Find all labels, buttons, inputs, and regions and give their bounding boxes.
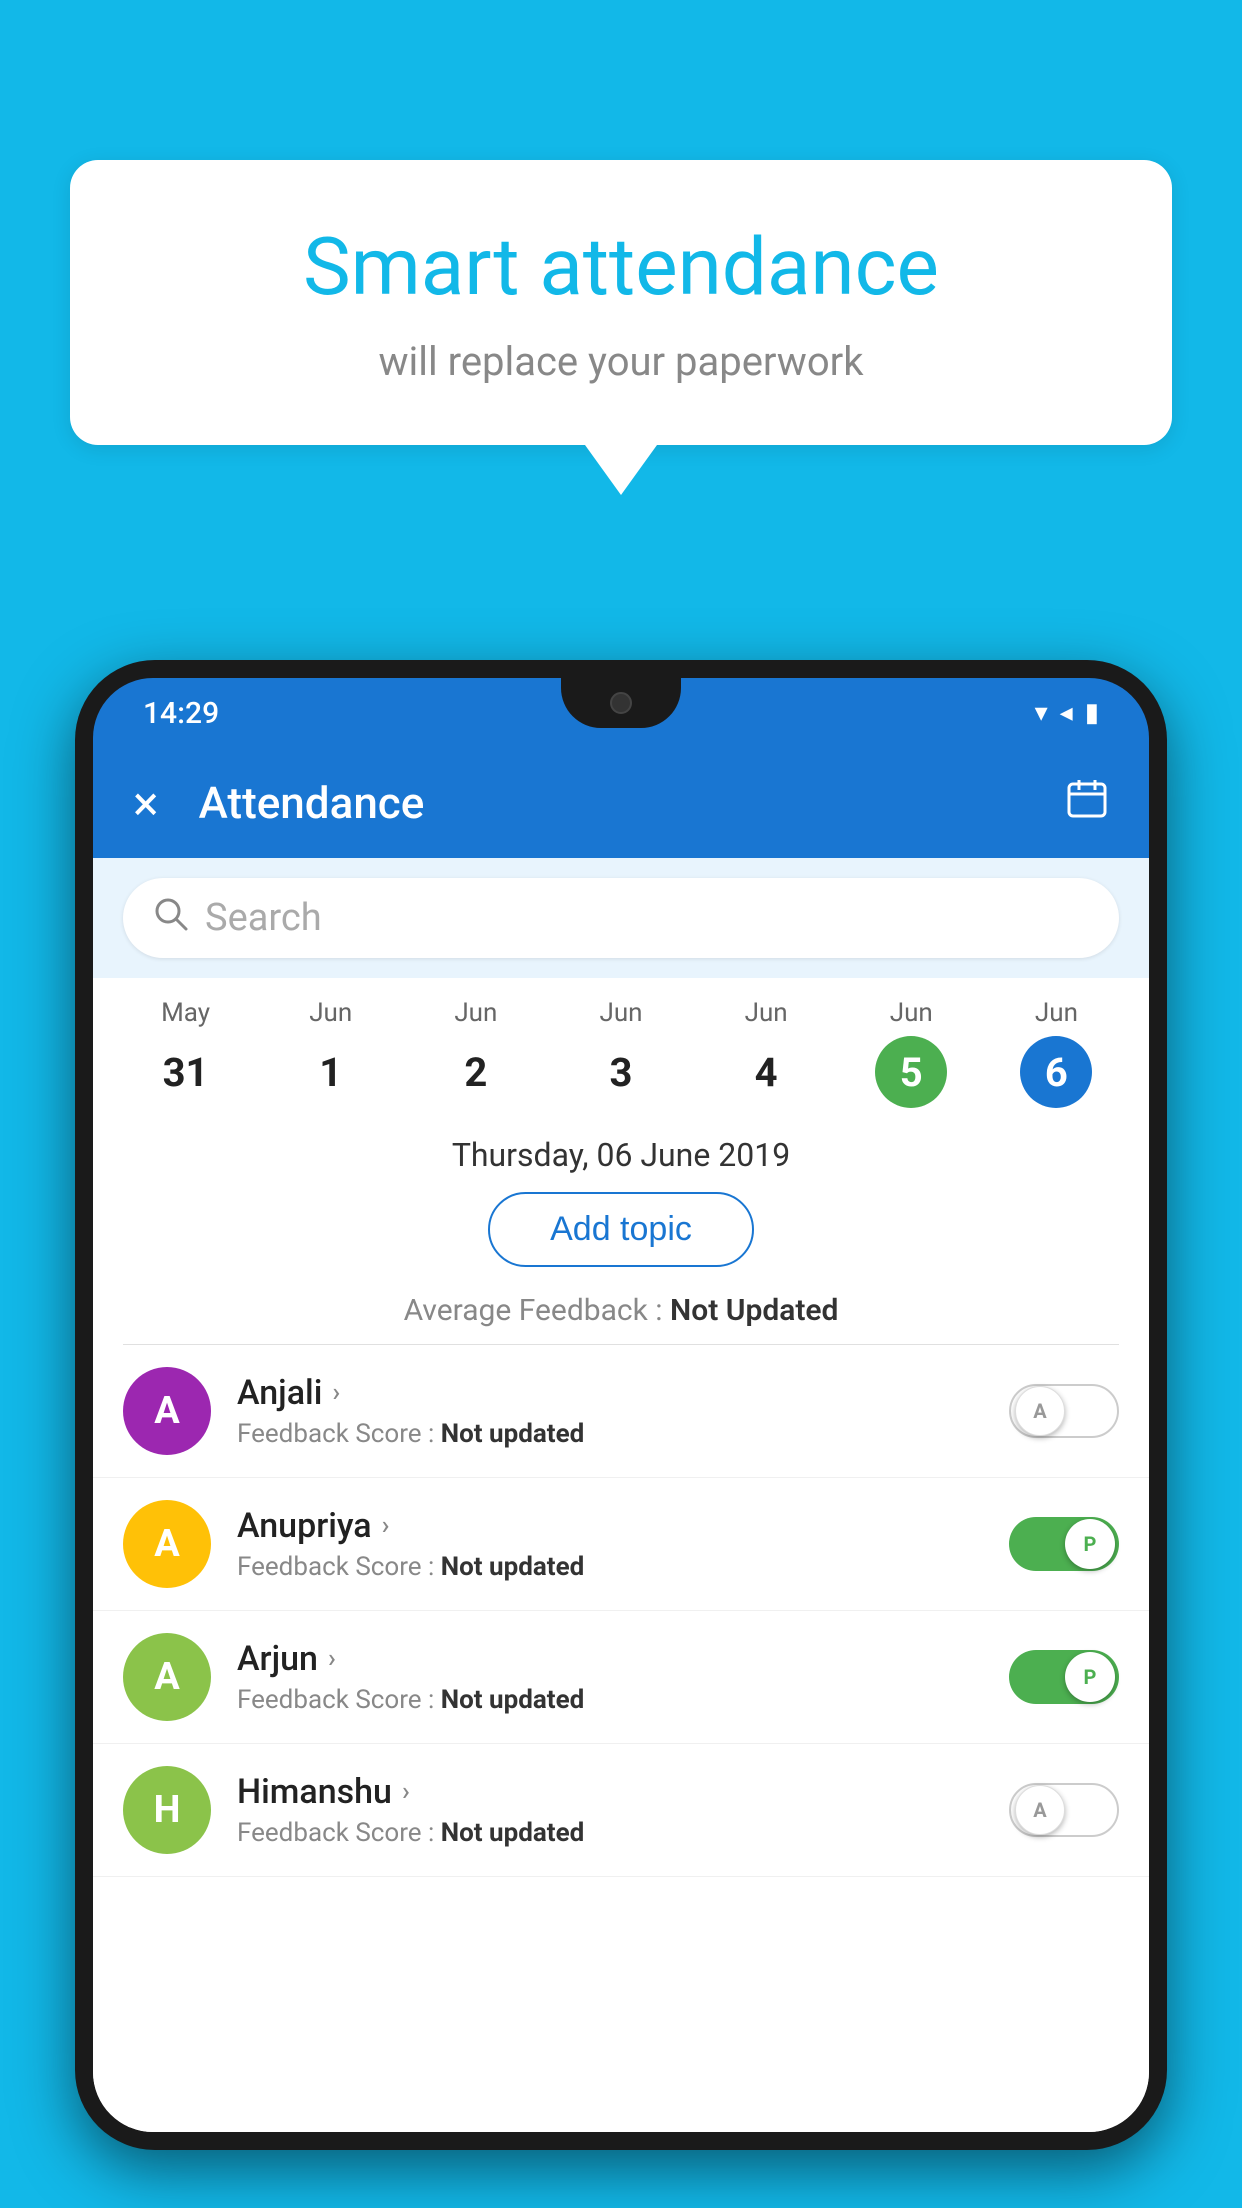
app-toolbar: × Attendance: [93, 748, 1149, 858]
speech-bubble-tail: [585, 445, 657, 495]
notch: [561, 678, 681, 728]
battery-icon: ▮: [1085, 698, 1099, 728]
calendar-icon[interactable]: [1065, 776, 1109, 830]
search-bar[interactable]: Search: [123, 878, 1119, 958]
feedback-value: Not updated: [441, 1552, 585, 1582]
attendance-toggle[interactable]: A: [1009, 1384, 1119, 1438]
cal-day-number: 31: [150, 1036, 222, 1108]
student-avatar: A: [123, 1633, 211, 1721]
status-bar: 14:29 ▾ ◂ ▮: [93, 678, 1149, 748]
phone: 14:29 ▾ ◂ ▮ × Attendance: [75, 660, 1167, 2150]
cal-month-label: May: [161, 998, 210, 1028]
cal-month-label: Jun: [454, 998, 497, 1028]
student-item-anjali[interactable]: AAnjali ›Feedback Score : Not updatedA: [93, 1345, 1149, 1478]
calendar-day-2[interactable]: Jun 2: [403, 998, 548, 1108]
calendar-day-3[interactable]: Jun 3: [548, 998, 693, 1108]
add-topic-container: Add topic: [93, 1184, 1149, 1285]
phone-wrapper: 14:29 ▾ ◂ ▮ × Attendance: [75, 660, 1167, 2208]
add-topic-button[interactable]: Add topic: [488, 1192, 754, 1267]
avg-feedback: Average Feedback : Not Updated: [93, 1285, 1149, 1344]
chevron-icon: ›: [328, 1644, 336, 1674]
chevron-icon: ›: [382, 1511, 390, 1541]
student-feedback: Feedback Score : Not updated: [237, 1419, 1009, 1449]
student-info: Anjali › Feedback Score : Not updated: [237, 1373, 1009, 1449]
calendar-day-1[interactable]: Jun 1: [258, 998, 403, 1108]
cal-day-number: 6: [1020, 1036, 1092, 1108]
cal-day-number: 4: [730, 1036, 802, 1108]
cal-day-number: 5: [875, 1036, 947, 1108]
status-time: 14:29: [143, 696, 219, 731]
toolbar-title: Attendance: [199, 777, 1065, 829]
student-avatar: A: [123, 1367, 211, 1455]
toggle-knob: A: [1015, 1386, 1065, 1436]
cal-month-label: Jun: [599, 998, 642, 1028]
student-item-anupriya[interactable]: A Anupriya › Feedback Score : Not updated P: [93, 1478, 1149, 1611]
bubble-title: Smart attendance: [150, 220, 1092, 314]
student-avatar: H: [123, 1766, 211, 1854]
toggle-knob: P: [1065, 1652, 1115, 1702]
student-name: Arjun ›: [237, 1639, 1009, 1679]
cal-day-number: 3: [585, 1036, 657, 1108]
cal-day-number: 1: [295, 1036, 367, 1108]
student-feedback: Feedback Score : Not updated: [237, 1818, 1009, 1848]
student-avatar: A: [123, 1500, 211, 1588]
student-feedback: Feedback Score : Not updated: [237, 1685, 1009, 1715]
calendar-day-4[interactable]: Jun 4: [694, 998, 839, 1108]
student-name: Anjali ›: [237, 1373, 1009, 1413]
student-feedback: Feedback Score : Not updated: [237, 1552, 1009, 1582]
student-item-arjun[interactable]: A Arjun › Feedback Score : Not updated P: [93, 1611, 1149, 1744]
wifi-icon: ▾: [1035, 698, 1048, 728]
feedback-value: Not updated: [441, 1818, 585, 1848]
student-info: Arjun › Feedback Score : Not updated: [237, 1639, 1009, 1715]
speech-bubble-container: Smart attendance will replace your paper…: [70, 160, 1172, 495]
chevron-icon: ›: [332, 1378, 340, 1408]
student-name: Himanshu ›: [237, 1772, 1009, 1812]
avg-feedback-value: Not Updated: [670, 1293, 838, 1328]
calendar-day-6[interactable]: Jun 6: [984, 998, 1129, 1108]
student-info: Anupriya › Feedback Score : Not updated: [237, 1506, 1009, 1582]
cal-month-label: Jun: [309, 998, 352, 1028]
app-screen: × Attendance: [93, 748, 1149, 2132]
camera-dot: [610, 692, 632, 714]
calendar-day-5[interactable]: Jun 5: [839, 998, 984, 1108]
student-info: Himanshu › Feedback Score : Not updated: [237, 1772, 1009, 1848]
date-label: Thursday, 06 June 2019: [93, 1118, 1149, 1184]
close-button[interactable]: ×: [133, 775, 159, 832]
bubble-subtitle: will replace your paperwork: [150, 338, 1092, 385]
cal-month-label: Jun: [890, 998, 933, 1028]
search-icon: [153, 896, 189, 941]
search-container: Search: [93, 858, 1149, 978]
status-icons: ▾ ◂ ▮: [1035, 698, 1099, 728]
cal-day-number: 2: [440, 1036, 512, 1108]
student-name: Anupriya ›: [237, 1506, 1009, 1546]
cal-month-label: Jun: [1035, 998, 1078, 1028]
toggle-knob: P: [1065, 1519, 1115, 1569]
signal-icon: ◂: [1060, 698, 1073, 728]
feedback-value: Not updated: [441, 1685, 585, 1715]
attendance-toggle[interactable]: P: [1009, 1650, 1119, 1704]
calendar-day-31[interactable]: May 31: [113, 998, 258, 1108]
speech-bubble: Smart attendance will replace your paper…: [70, 160, 1172, 445]
student-list: AAnjali ›Feedback Score : Not updatedAAA…: [93, 1345, 1149, 2132]
chevron-icon: ›: [402, 1777, 410, 1807]
cal-month-label: Jun: [745, 998, 788, 1028]
feedback-value: Not updated: [441, 1419, 585, 1449]
calendar-row: May 31 Jun 1 Jun 2 Jun 3 Jun 4 Jun 5 Jun 6: [93, 978, 1149, 1118]
search-input[interactable]: Search: [205, 896, 322, 940]
attendance-toggle[interactable]: A: [1009, 1783, 1119, 1837]
student-item-himanshu[interactable]: H Himanshu › Feedback Score : Not updatedA: [93, 1744, 1149, 1877]
avg-feedback-label: Average Feedback :: [404, 1293, 663, 1328]
attendance-toggle[interactable]: P: [1009, 1517, 1119, 1571]
toggle-knob: A: [1015, 1785, 1065, 1835]
